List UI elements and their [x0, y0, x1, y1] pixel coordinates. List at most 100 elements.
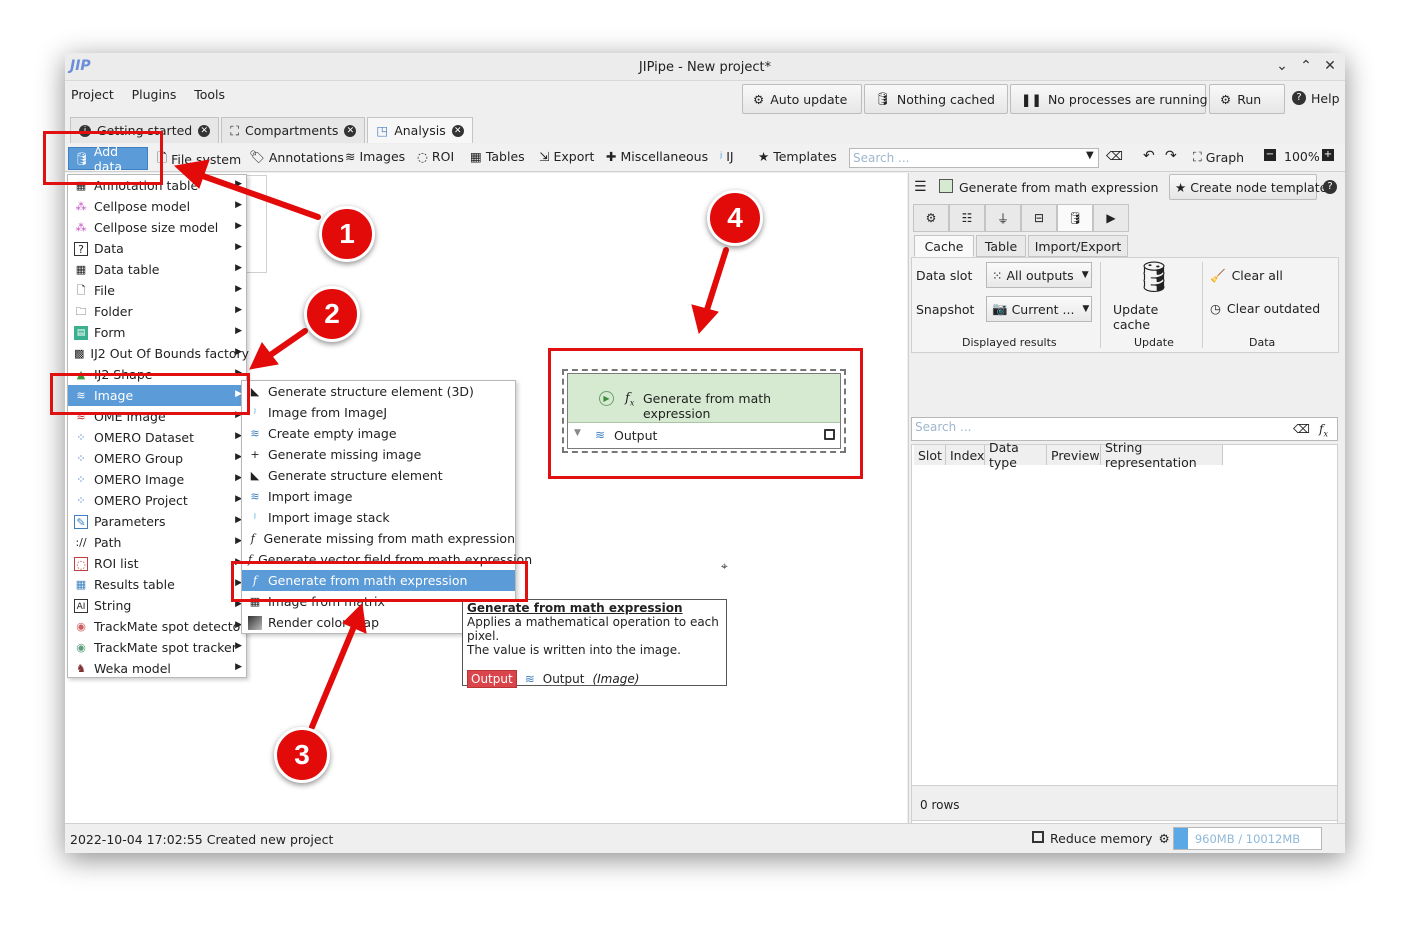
database-icon: 🛢 [875, 91, 891, 106]
menu-item-data[interactable]: ? Data ▶ [68, 238, 246, 259]
tab-archive[interactable]: ⊟ [1021, 204, 1057, 232]
submenu-item-image-from-imagej[interactable]: ʲ Image from ImageJ [242, 402, 515, 423]
column-header-data-type[interactable]: Data type [985, 440, 1047, 470]
help-button[interactable]: ? Help [1292, 91, 1340, 106]
node-tooltip: Generate from math expression Applies a … [462, 599, 727, 688]
clear-search-icon[interactable]: ⌫ [1293, 422, 1310, 436]
submenu-item-generate-missing-from-math-expression[interactable]: f Generate missing from math expression [242, 528, 515, 549]
export-button[interactable]: ⇲ Export [539, 149, 594, 164]
menu-item-file[interactable]: 🗋 File ▶ [68, 280, 246, 301]
menu-item-roi-list[interactable]: ◌ ROI list ▶ [68, 553, 246, 574]
menu-item-omero-project[interactable]: ⁘ OMERO Project ▶ [68, 490, 246, 511]
data-slot-dropdown[interactable]: ⁙ All outputs ▼ [986, 262, 1092, 288]
reduce-memory-button[interactable]: Reduce memory ⚙ [1032, 831, 1170, 846]
group-label-displayed-results: Displayed results [962, 336, 1057, 349]
menu-item-cellpose-model[interactable]: ⁂ Cellpose model ▶ [68, 196, 246, 217]
menu-item-cellpose-size-model[interactable]: ⁂ Cellpose size model ▶ [68, 217, 246, 238]
callout-badge-3: 3 [274, 727, 330, 783]
menu-item-omero-dataset[interactable]: ⁘ OMERO Dataset ▶ [68, 427, 246, 448]
zoom-out-icon[interactable]: − [1264, 149, 1276, 161]
column-header-slot[interactable]: Slot [914, 445, 946, 465]
column-header-index[interactable]: Index [946, 445, 985, 465]
graph-view-button[interactable]: ⛶ Graph [1193, 149, 1244, 165]
snapshot-dropdown[interactable]: 📷 Current ... ▼ [986, 296, 1092, 322]
plus-icon: + [250, 447, 260, 461]
images-button[interactable]: ≋ Images [345, 149, 405, 164]
menu-item-data-table[interactable]: ▦ Data table ▶ [68, 259, 246, 280]
tab-analysis[interactable]: ◳ Analysis ✕ [367, 117, 473, 143]
run-button[interactable]: ⚙ Run [1209, 84, 1285, 114]
menu-item-weka-model[interactable]: ♞ Weka model ▶ [68, 658, 246, 679]
create-node-template-button[interactable]: ★ Create node template [1169, 174, 1327, 200]
column-header-preview[interactable]: Preview [1047, 445, 1101, 465]
tab-parameters[interactable]: ☷ [949, 204, 985, 232]
clear-search-icon[interactable]: ⌫ [1106, 149, 1123, 163]
tables-button[interactable]: ▦ Tables [470, 149, 525, 164]
status-message: 2022-10-04 17:02:55 Created new project [70, 832, 334, 847]
function-icon: f [250, 531, 255, 545]
tab-settings[interactable]: ⚙ [913, 204, 949, 232]
menu-item-omero-group[interactable]: ⁘ OMERO Group ▶ [68, 448, 246, 469]
processes-button[interactable]: ❚❚ No processes are running [1010, 84, 1208, 114]
menu-item-results-table[interactable]: ▦ Results table ▶ [68, 574, 246, 595]
clear-all-button[interactable]: 🧹 Clear all [1210, 268, 1283, 284]
tab-cache[interactable]: 🛢 [1057, 204, 1093, 232]
maximize-icon[interactable]: ⌃ [1297, 58, 1315, 74]
miscellaneous-button[interactable]: ✚ Miscellaneous [606, 149, 708, 164]
annotations-button[interactable]: 🏷 Annotations [249, 149, 344, 165]
ij-button[interactable]: ʲ IJ [720, 149, 734, 164]
menu-item-omero-image[interactable]: ⁘ OMERO Image ▶ [68, 469, 246, 490]
submenu-item-create-empty-image[interactable]: ≋ Create empty image [242, 423, 515, 444]
roi-button[interactable]: ◌ ROI [417, 149, 454, 164]
submenu-item-import-image[interactable]: ≋ Import image [242, 486, 515, 507]
undo-icon[interactable]: ↶ [1143, 148, 1155, 164]
submenu-item-generate-structure-element[interactable]: ◣ Generate structure element [242, 465, 515, 486]
hamburger-icon[interactable]: ☰ [914, 179, 927, 195]
text-icon: AI [74, 598, 88, 613]
cache-status-button[interactable]: 🛢 Nothing cached [864, 84, 1008, 114]
cache-search-input[interactable]: Search ... [911, 417, 1338, 441]
redo-icon[interactable]: ↷ [1165, 148, 1177, 164]
submenu-item-generate-missing-image[interactable]: + Generate missing image [242, 444, 515, 465]
menu-tools[interactable]: Tools [194, 87, 225, 102]
menu-item-parameters[interactable]: ✎ Parameters ▶ [68, 511, 246, 532]
close-icon[interactable]: ✕ [1321, 58, 1339, 74]
pause-icon: ❚❚ [1021, 91, 1042, 107]
minimize-icon[interactable]: ⌄ [1273, 58, 1291, 74]
menu-project[interactable]: Project [71, 87, 114, 102]
subtab-cache[interactable]: Cache [914, 235, 974, 257]
wrench-icon: ✎ [74, 514, 88, 529]
function-icon[interactable]: fx [1319, 422, 1328, 438]
file-system-button[interactable]: 🗋 File system [157, 149, 241, 170]
dropdown-arrow-icon[interactable]: ▼ [1086, 150, 1094, 161]
menu-item-ij2-out-of-bounds-factory[interactable]: ▩ IJ2 Out Of Bounds factory ▶ [68, 343, 249, 364]
tab-slots[interactable]: ⏚ [985, 204, 1021, 232]
tab-compartments[interactable]: ⛶ Compartments ✕ [221, 117, 366, 143]
subtab-import-export[interactable]: Import/Export [1028, 235, 1128, 257]
menu-item-form[interactable]: ▤ Form ▶ [68, 322, 246, 343]
close-tab-icon[interactable]: ✕ [198, 124, 211, 137]
clear-outdated-button[interactable]: ◷ Clear outdated [1210, 301, 1320, 316]
menu-item-trackmate-spot-detector[interactable]: ◉ TrackMate spot detector ▶ [68, 616, 246, 637]
menu-item-string[interactable]: AI String ▶ [68, 595, 246, 616]
close-tab-icon[interactable]: ✕ [451, 124, 464, 137]
auto-update-button[interactable]: ⚙ Auto update [742, 84, 862, 114]
tab-run[interactable]: ▶ [1093, 204, 1129, 232]
update-cache-button[interactable]: 🛢 Update cache [1107, 258, 1197, 332]
menu-plugins[interactable]: Plugins [132, 87, 177, 102]
row-count: 0 rows [920, 798, 960, 812]
help-icon[interactable]: ? [1323, 180, 1337, 194]
layers-icon: ≋ [345, 149, 356, 164]
node-search-input[interactable]: Search ... [849, 148, 1099, 168]
menu-item-path[interactable]: ://Path ▶ [68, 532, 246, 553]
submenu-arrow-icon: ▶ [235, 284, 242, 294]
column-header-string-representation[interactable]: String representation [1101, 440, 1223, 470]
close-tab-icon[interactable]: ✕ [344, 124, 357, 137]
subtab-table[interactable]: Table [976, 235, 1026, 257]
templates-button[interactable]: ★ Templates [758, 149, 837, 164]
menu-item-trackmate-spot-tracker[interactable]: ◉ TrackMate spot tracker ▶ [68, 637, 246, 658]
submenu-item-import-image-stack[interactable]: ʲ Import image stack [242, 507, 515, 528]
menu-item-folder[interactable]: 🗀 Folder ▶ [68, 301, 246, 322]
submenu-item-generate-structure-element-3d[interactable]: ◣ Generate structure element (3D) [242, 381, 515, 402]
zoom-in-icon[interactable]: + [1322, 149, 1334, 161]
